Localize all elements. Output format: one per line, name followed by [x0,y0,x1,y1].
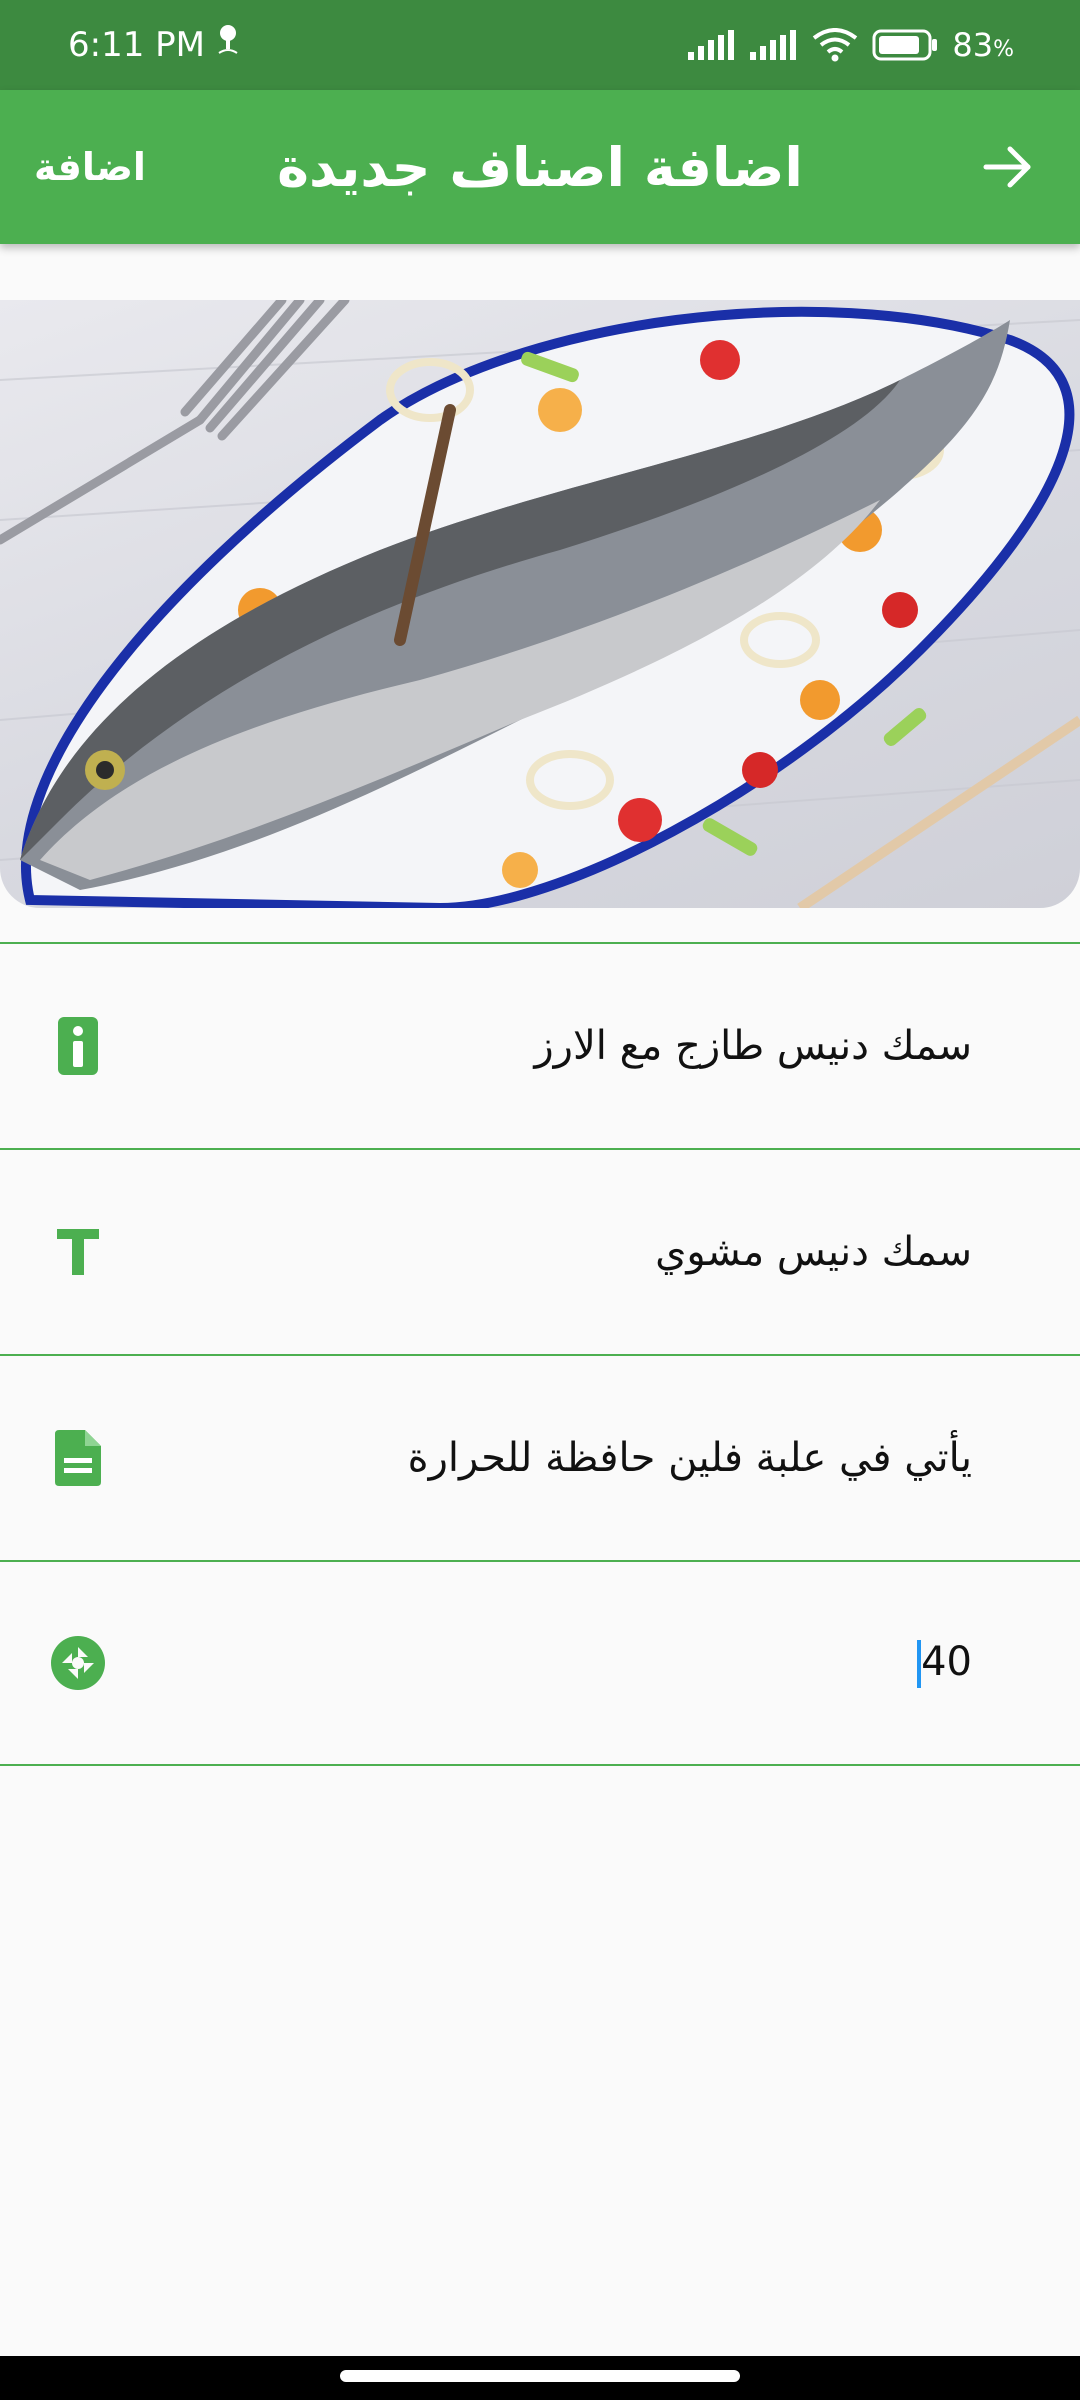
status-time: 6:11 PM [68,25,205,65]
name-value: سمك دنيس مشوي [655,1229,972,1275]
text-icon [50,1224,106,1280]
name-field[interactable]: سمك دنيس مشوي [0,1148,1080,1354]
status-bar: 6:11 PM 83% [0,0,1080,90]
signal-icon [750,30,798,60]
details-field[interactable]: يأتي في علبة فلين حافظة للحرارة [0,1354,1080,1560]
description-field[interactable]: سمك دنيس طازج مع الارز [0,942,1080,1148]
notification-icon [217,23,239,68]
arrow-forward-icon[interactable] [972,131,1044,203]
price-input[interactable]: 40 [146,1639,972,1688]
item-form: سمك دنيس طازج مع الارز سمك دنيس مشوي يأت… [0,942,1080,1766]
document-icon [50,1430,106,1486]
dish-image[interactable] [0,300,1080,908]
page-title: اضافة اصناف جديدة [277,135,803,199]
status-right: 83% [688,26,1014,64]
info-icon [50,1017,106,1075]
add-button[interactable]: اضافة [24,135,156,199]
home-handle[interactable] [340,2370,740,2382]
wifi-icon [812,28,858,62]
battery-percent: 83% [952,26,1014,64]
details-value: يأتي في علبة فلين حافظة للحرارة [407,1435,972,1481]
price-field[interactable]: 40 [0,1560,1080,1766]
battery-percent-unit: % [993,37,1014,62]
description-value: سمك دنيس طازج مع الارز [534,1023,972,1069]
grilled-fish-illustration [0,300,1080,908]
app-bar: اضافة اضافة اصناف جديدة [0,90,1080,244]
battery-icon [872,29,938,61]
battery-percent-value: 83 [952,26,994,64]
aperture-icon [50,1635,106,1691]
price-value: 40 [921,1638,972,1685]
status-left: 6:11 PM [68,23,239,68]
system-nav-bar [0,2356,1080,2400]
signal-icon [688,30,736,60]
